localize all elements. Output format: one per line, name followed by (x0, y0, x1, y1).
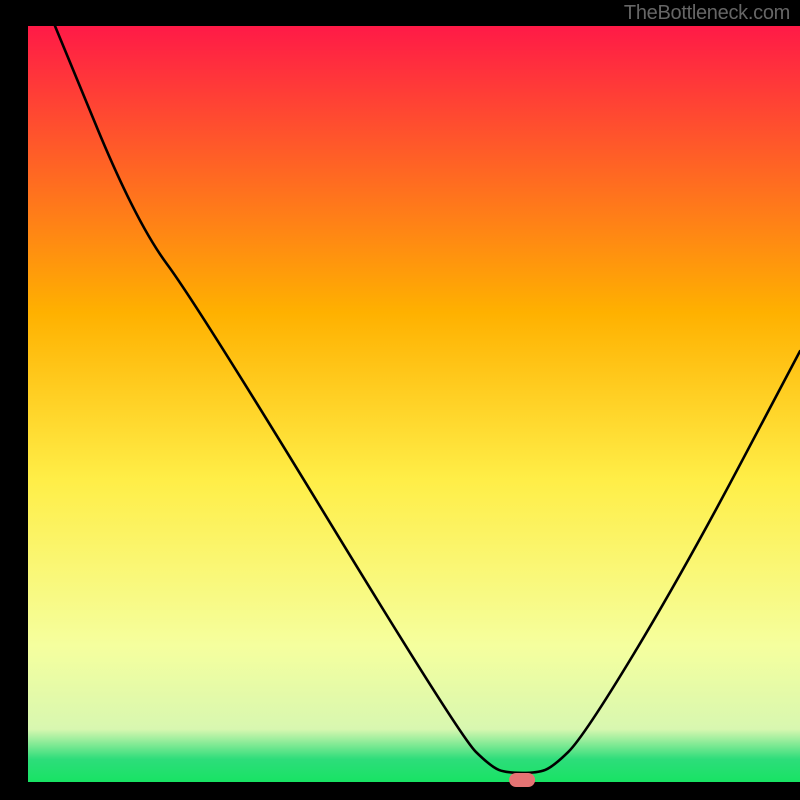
chart-svg (0, 0, 800, 800)
chart-container: TheBottleneck.com (0, 0, 800, 800)
plot-area (28, 26, 800, 782)
watermark-text: TheBottleneck.com (624, 2, 790, 25)
optimal-marker (509, 773, 535, 787)
